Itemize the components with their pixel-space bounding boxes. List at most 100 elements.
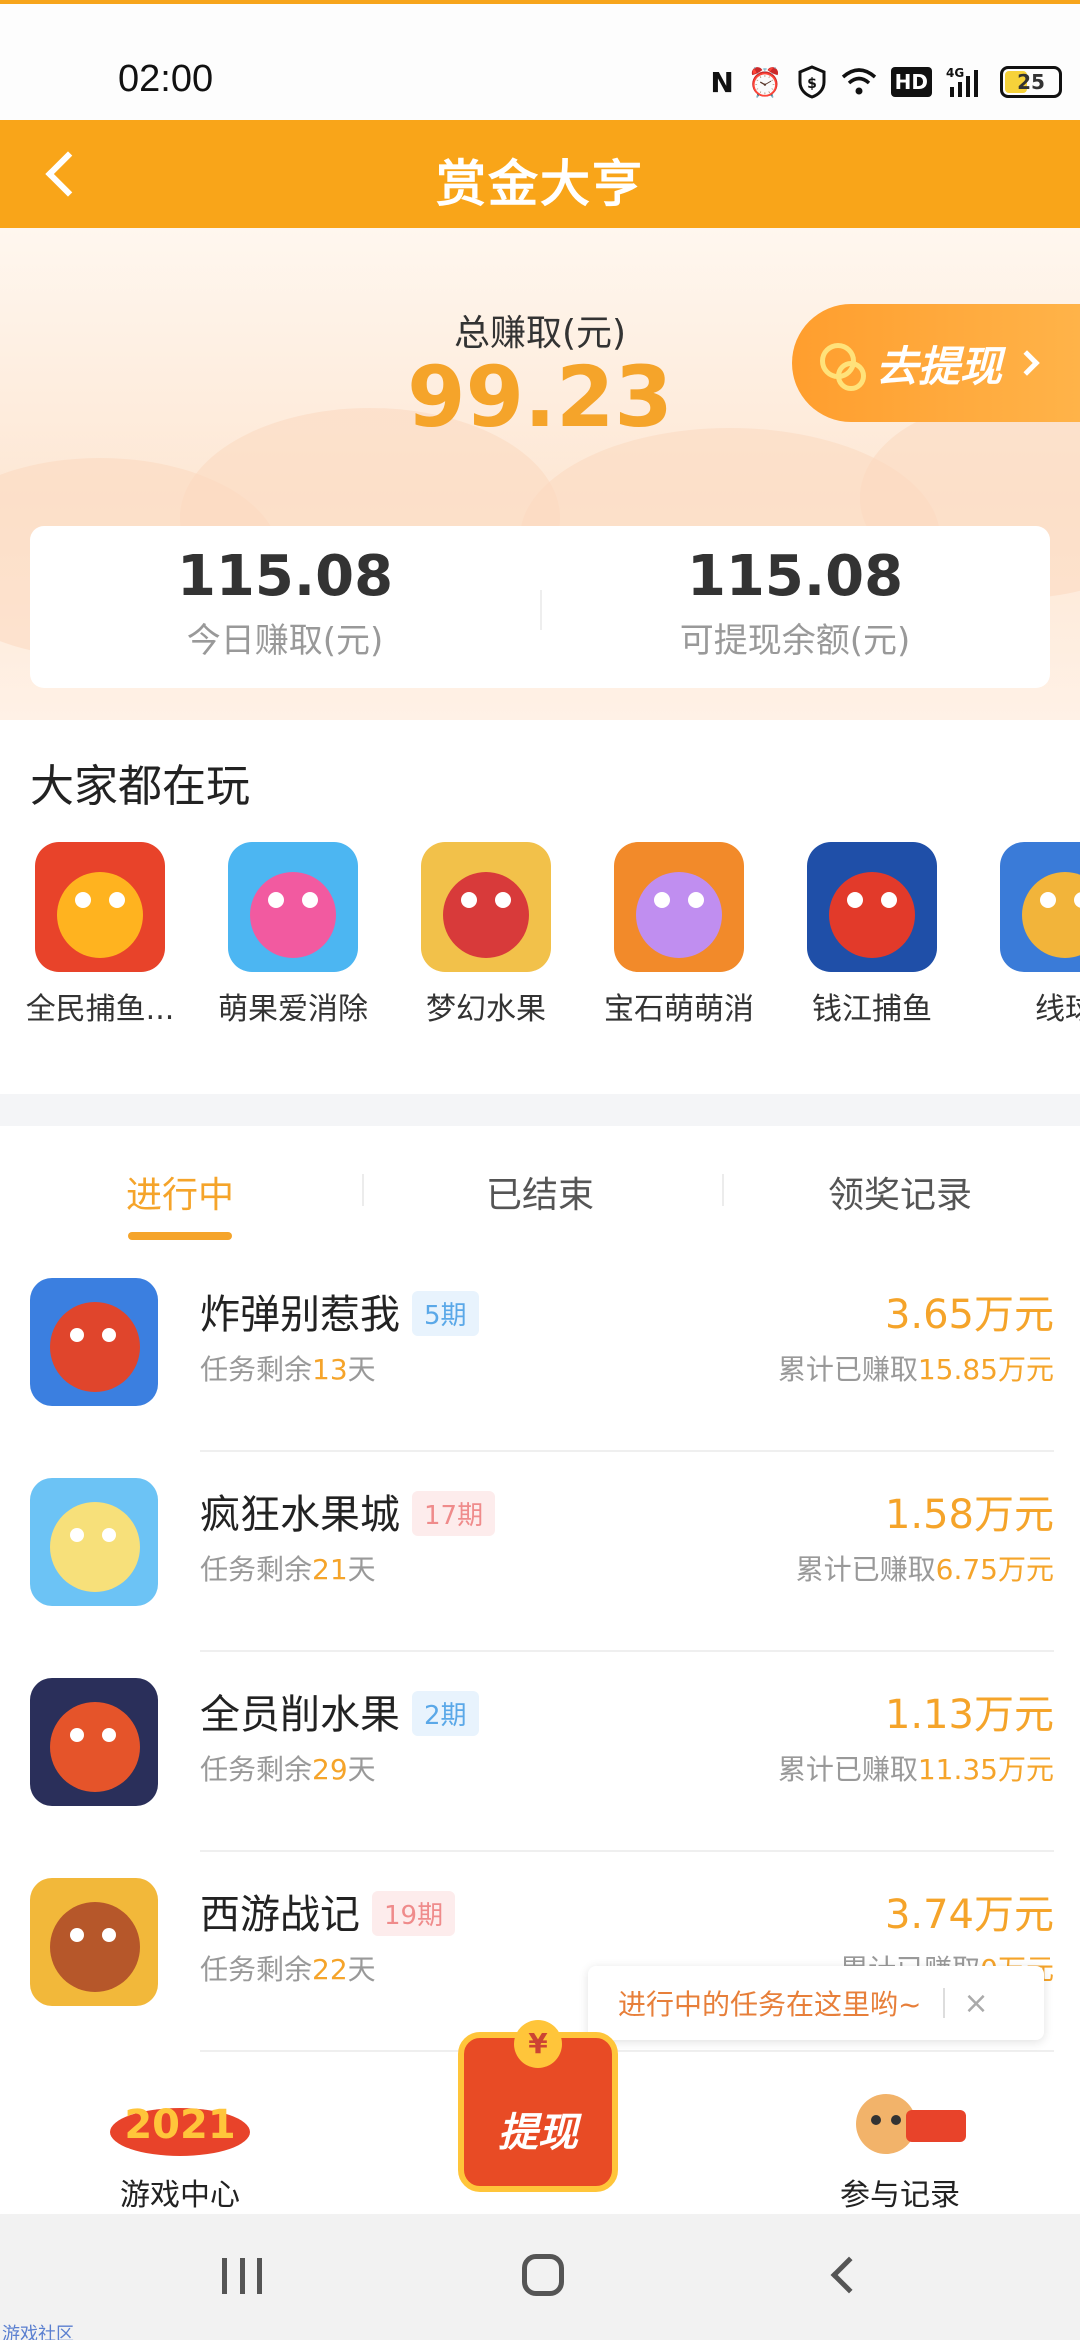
accumulated-value: 11.35万元 (917, 1753, 1054, 1786)
task-title: 炸弹别惹我 (200, 1292, 400, 1338)
game-item[interactable]: 梦幻水果 (406, 842, 566, 1028)
game-icon (421, 842, 551, 972)
task-days-remaining: 任务剩余13天 (200, 1348, 376, 1388)
game-name: 宝石萌萌消 (604, 992, 754, 1027)
task-game-icon (30, 1478, 158, 1606)
accumulated-prefix: 累计已赚取 (777, 1353, 918, 1386)
svg-text:2021: 2021 (124, 2102, 235, 2148)
tab-in-progress[interactable]: 进行中 (0, 1166, 360, 1218)
games-row[interactable]: 全民捕鱼... 萌果爱消除 梦幻水果 宝石萌萌消 钱江捕鱼 线球 (0, 842, 1080, 1027)
task-prize-amount: 1.58万元 (884, 1492, 1054, 1538)
task-game-icon (30, 1678, 158, 1806)
status-bar: 02:00 N ⏰ $ HD 4G 25 (0, 4, 1080, 120)
task-prize-amount: 1.13万元 (884, 1692, 1054, 1738)
days-value: 22 (312, 1953, 348, 1986)
days-value: 13 (312, 1353, 348, 1386)
today-earned-value: 115.08 (176, 544, 394, 609)
svg-text:$: $ (807, 76, 817, 92)
task-name: 西游战记 19期 (200, 1882, 456, 1940)
task-title: 西游战记 (200, 1892, 360, 1938)
earnings-summary: 总赚取(元) 99.23 去提现 115.08 今日赚取(元) 115.08 可… (0, 228, 1080, 720)
task-name: 炸弹别惹我 5期 (200, 1282, 479, 1340)
task-row[interactable]: 炸弹别惹我 5期任务剩余13天 3.65万元累计已赚取15.85万元 (0, 1252, 1080, 1452)
active-tab-indicator (128, 1232, 232, 1240)
home-icon[interactable] (522, 2254, 564, 2296)
game-item[interactable]: 钱江捕鱼 (792, 842, 952, 1028)
task-row[interactable]: 疯狂水果城 17期 任务剩余21天 1.58万元 累计已赚取6.75万元 (0, 1452, 1080, 1652)
system-nav-bar (0, 2214, 1080, 2340)
participation-records-label: 参与记录 (840, 2178, 960, 2213)
recent-apps-icon[interactable] (222, 2258, 262, 2294)
section-title: 大家都在玩 (30, 761, 250, 812)
game-icon (1000, 842, 1080, 972)
withdrawable-balance-value: 115.08 (686, 544, 904, 609)
days-value: 29 (312, 1753, 348, 1786)
days-prefix: 任务剩余 (200, 1553, 313, 1586)
task-days-remaining: 任务剩余22天 (200, 1948, 376, 1988)
status-icons: N ⏰ $ HD 4G 25 (710, 62, 1062, 102)
days-suffix: 天 (347, 1553, 376, 1586)
withdraw-button-label: 去提现 (876, 341, 1003, 391)
task-row[interactable]: 全员削水果 2期任务剩余29天 1.13万元累计已赚取11.35万元 (0, 1652, 1080, 1852)
withdraw-button[interactable]: 去提现 (792, 304, 1080, 422)
days-prefix: 任务剩余 (200, 1753, 313, 1786)
accumulated-prefix: 累计已赚取 (795, 1553, 936, 1586)
task-accumulated: 累计已赚取15.85万元 (778, 1348, 1054, 1388)
chevron-right-icon (1014, 350, 1040, 376)
alarm-icon: ⏰ (747, 65, 783, 99)
game-item[interactable]: 萌果爱消除 (213, 842, 373, 1028)
game-name: 钱江捕鱼 (812, 992, 932, 1027)
withdrawable-balance: 115.08 可提现余额(元) (540, 544, 1050, 662)
task-accumulated: 累计已赚取11.35万元 (778, 1748, 1054, 1788)
tooltip-divider (943, 1988, 946, 2018)
days-prefix: 任务剩余 (200, 1353, 313, 1386)
task-list: 炸弹别惹我 5期 任务剩余13天 3.65万元 累计已赚取15.85万元 疯狂水果城 17期… (0, 1252, 1080, 2052)
period-badge: 19期 (372, 1890, 456, 1936)
game-name: 全民捕鱼... (25, 992, 175, 1027)
stats-card: 115.08 今日赚取(元) 115.08 可提现余额(元) (30, 526, 1050, 688)
nfc-icon: N (710, 65, 734, 99)
withdraw-red-packet-button[interactable]: ¥ 提现 (438, 2020, 638, 2200)
days-value: 21 (312, 1553, 348, 1586)
task-days-remaining: 任务剩余29天 (200, 1748, 376, 1788)
withdrawable-balance-label: 可提现余额(元) (679, 621, 911, 661)
tab-reward-records[interactable]: 领奖记录 (720, 1166, 1080, 1218)
page-title: 赏金大亨 (436, 155, 644, 213)
game-name: 萌果爱消除 (218, 992, 368, 1027)
task-prize-amount: 3.74万元 (884, 1892, 1054, 1938)
task-title: 全员削水果 (200, 1692, 400, 1738)
task-prize-amount: 3.65万元 (884, 1292, 1054, 1338)
task-name: 疯狂水果城 17期 (200, 1482, 496, 1540)
game-item[interactable]: 宝石萌萌消 (599, 842, 759, 1028)
task-days-remaining: 任务剩余21天 (200, 1548, 376, 1588)
game-center-icon: 2021 (110, 2102, 250, 2156)
popular-games-section: 大家都在玩 全民捕鱼... 萌果爱消除 梦幻水果 宝石萌萌消 钱江捕鱼 线球 (0, 720, 1080, 1094)
game-icon (807, 842, 937, 972)
days-suffix: 天 (347, 1353, 376, 1386)
section-divider (0, 1094, 1080, 1126)
game-icon (228, 842, 358, 972)
game-name: 线球 (1035, 992, 1080, 1027)
task-title: 疯狂水果城 (200, 1492, 400, 1538)
game-item[interactable]: 全民捕鱼... (20, 842, 180, 1028)
period-badge: 17期 (412, 1490, 496, 1536)
red-packet-label: 提现 (498, 2110, 578, 2156)
days-suffix: 天 (347, 1953, 376, 1986)
task-tabs: 进行中 已结束 领奖记录 (0, 1126, 1080, 1252)
task-accumulated: 累计已赚取6.75万元 (796, 1548, 1054, 1588)
records-icon (856, 2094, 966, 2154)
days-prefix: 任务剩余 (200, 1953, 313, 1986)
hd-icon: HD (890, 67, 932, 97)
back-icon[interactable] (830, 2256, 868, 2294)
task-name: 全员削水果 2期 (200, 1682, 479, 1740)
yuan-coin-icon: ¥ (514, 2020, 562, 2068)
wifi-icon (841, 62, 877, 102)
close-icon[interactable]: × (963, 1986, 988, 2021)
game-item[interactable]: 线球 (985, 842, 1080, 1028)
today-earned: 115.08 今日赚取(元) (30, 544, 540, 662)
tooltip-text: 进行中的任务在这里哟~ (618, 1988, 922, 2021)
game-icon (614, 842, 744, 972)
coin-icon (820, 341, 866, 391)
battery-icon: 25 (1000, 66, 1062, 98)
tab-ended[interactable]: 已结束 (360, 1166, 720, 1218)
